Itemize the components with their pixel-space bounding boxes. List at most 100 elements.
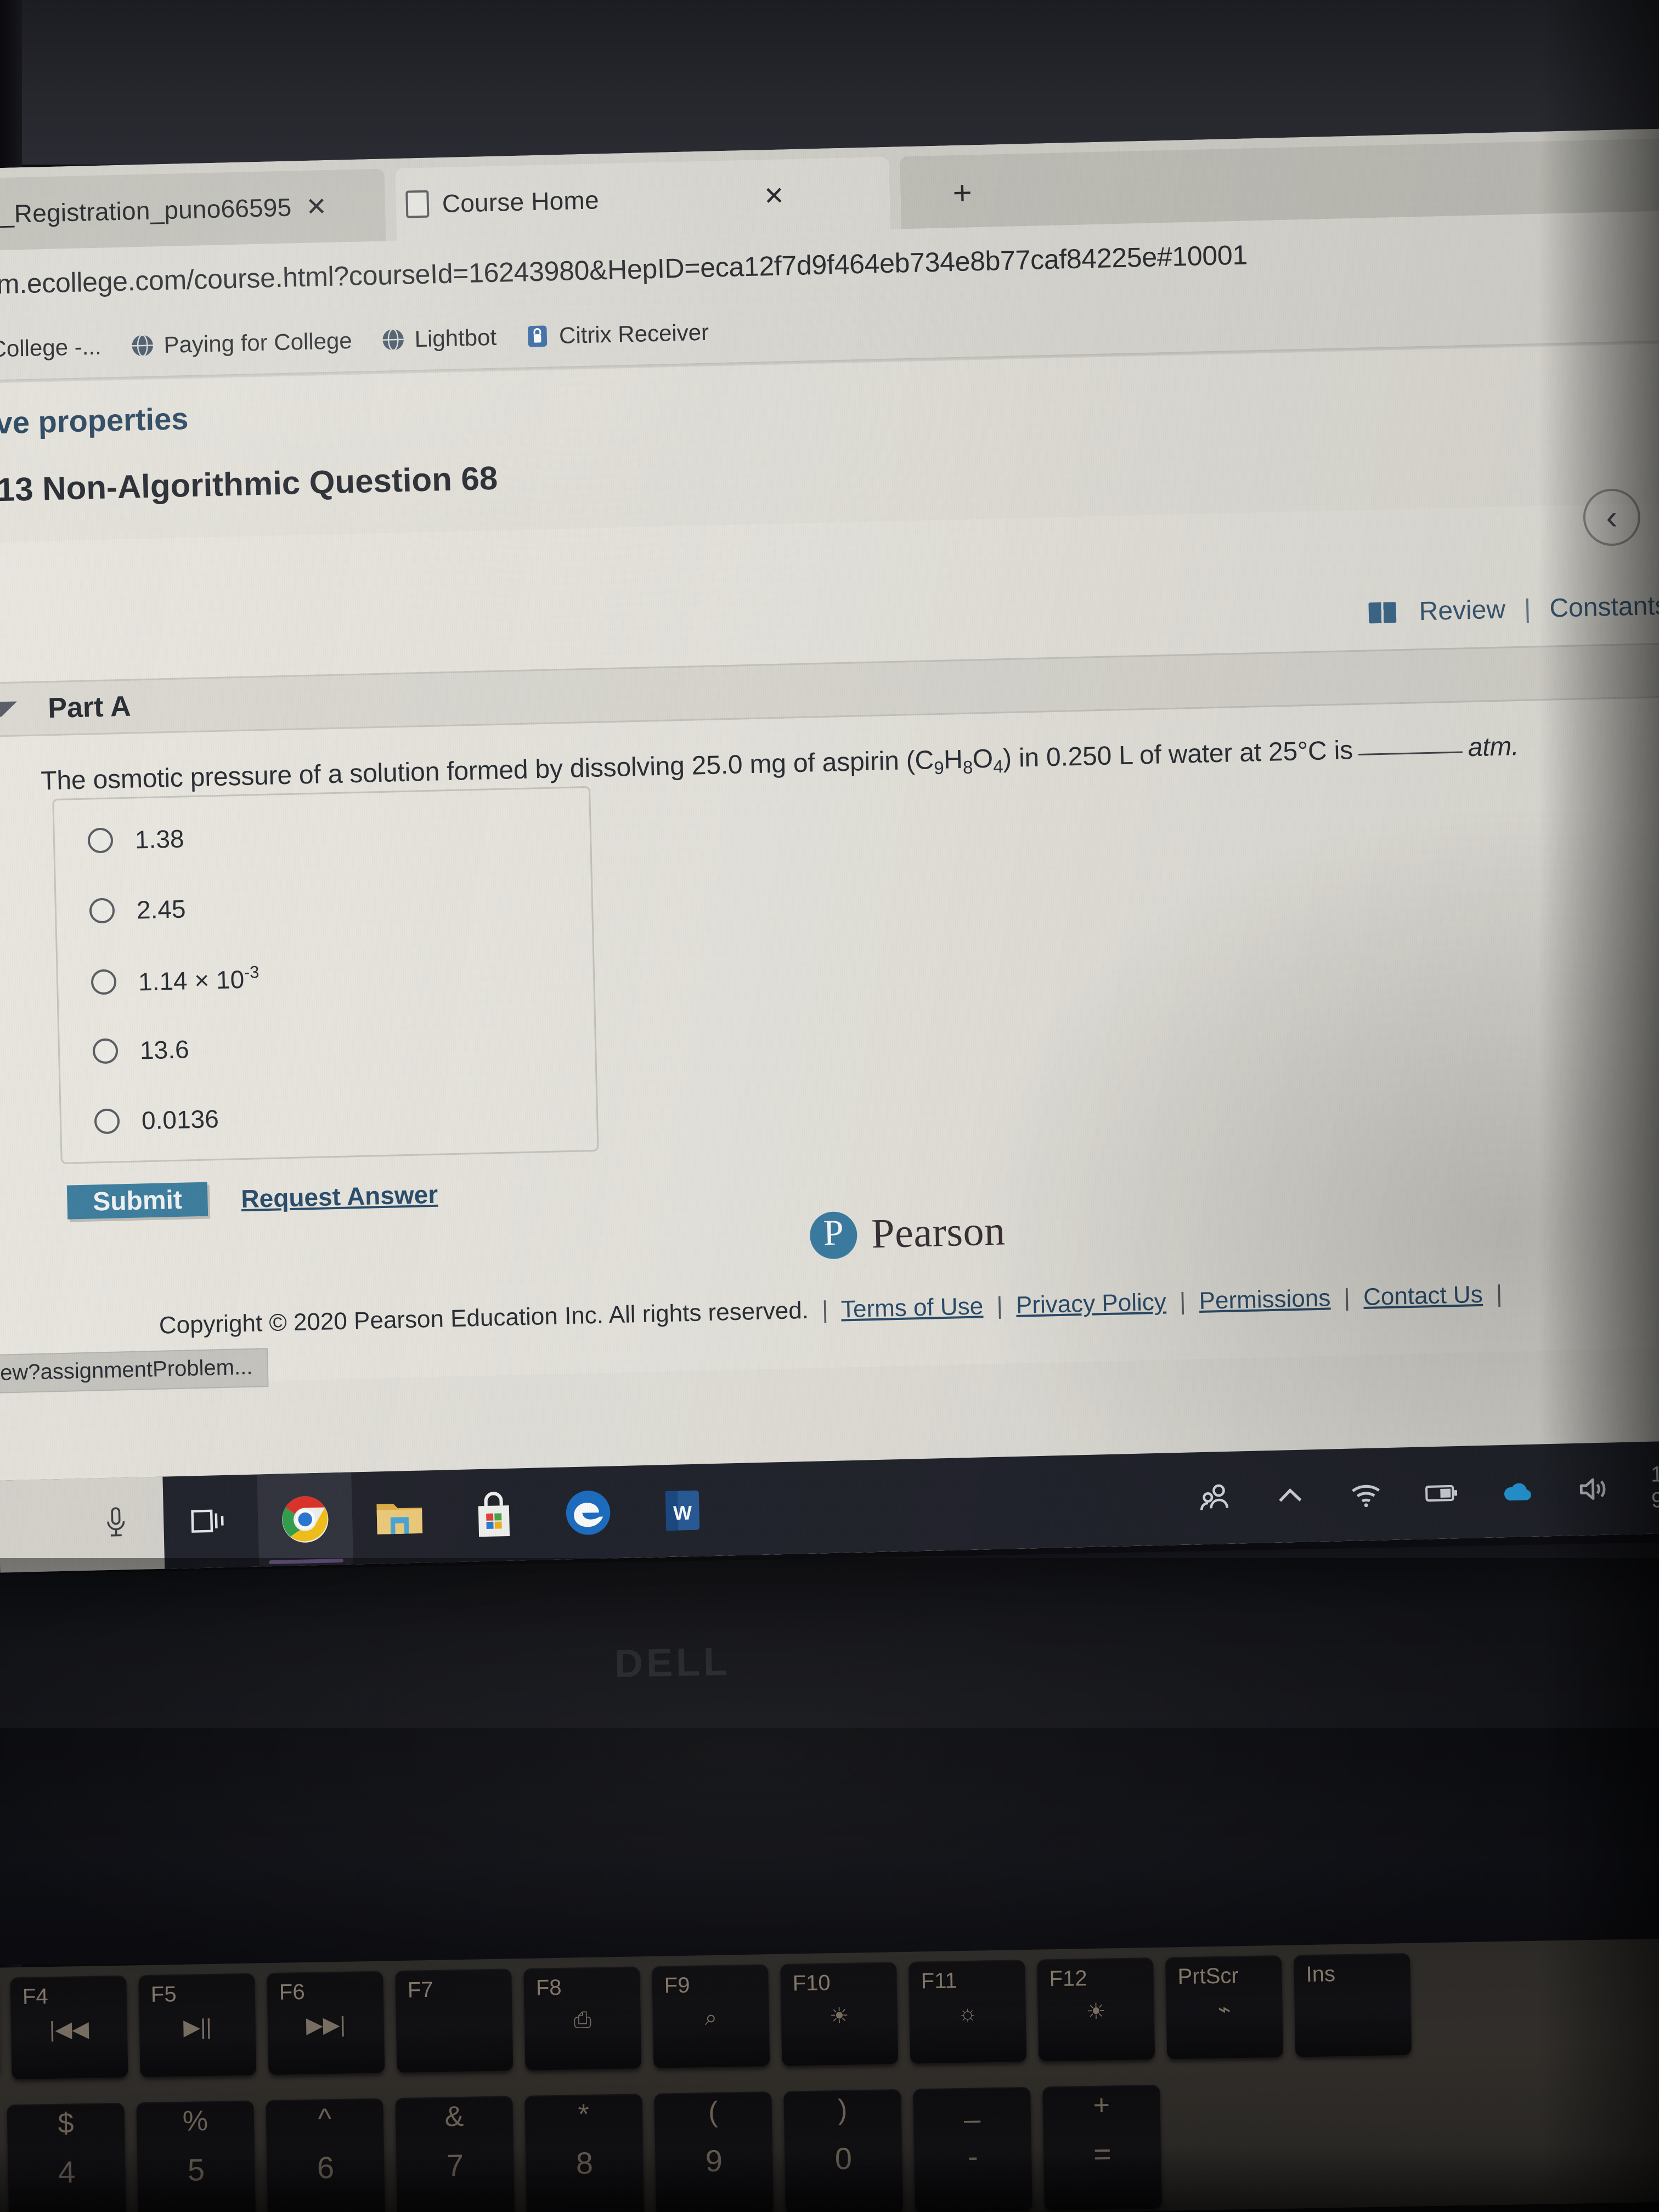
status-bar-url: emView?assignmentProblem... xyxy=(0,1348,269,1395)
key-minus[interactable]: _ - xyxy=(913,2086,1033,2212)
radio-button[interactable] xyxy=(91,968,117,995)
option-label: 13.6 xyxy=(139,1035,190,1065)
terms-of-use-link[interactable]: Terms of Use xyxy=(840,1293,983,1323)
option-label: 1.38 xyxy=(134,824,185,854)
key-f11[interactable]: F11 ☼ xyxy=(909,1960,1027,2064)
cortana-search-box[interactable] xyxy=(0,1476,165,1573)
taskbar-clock[interactable]: 11: 9/5/ xyxy=(1650,1460,1659,1514)
people-icon[interactable] xyxy=(1197,1480,1232,1516)
key-label: F8 xyxy=(535,1975,562,2000)
pearson-logo: P Pearson xyxy=(809,1207,1006,1260)
key-f12[interactable]: F12 ☀ xyxy=(1037,1957,1155,2062)
globe-icon xyxy=(132,334,153,357)
system-tray: 11: 9/5/ xyxy=(1196,1440,1659,1544)
key-f6[interactable]: F6 ▶▶| xyxy=(267,1971,385,2075)
footer-separator: | xyxy=(1179,1288,1187,1315)
option-exponent: -3 xyxy=(244,962,259,982)
key-f5[interactable]: F5 ▶|| xyxy=(138,1973,257,2078)
key-f4[interactable]: F4 |◀◀ xyxy=(10,1975,128,2080)
radio-button[interactable] xyxy=(89,898,115,924)
clock-time: 11: xyxy=(1650,1462,1659,1487)
keyboard-function-row: ◀) F4 |◀◀ F5 ▶|| F6 ▶▶| F7 F8 ⎙ xyxy=(0,1948,1659,2094)
privacy-policy-link[interactable]: Privacy Policy xyxy=(1015,1288,1166,1318)
key-label: F6 xyxy=(279,1979,305,2005)
microphone-icon xyxy=(107,1507,125,1537)
tab-title: Course Home xyxy=(442,185,600,218)
submit-button[interactable]: Submit xyxy=(66,1182,208,1220)
answer-option-2[interactable]: 2.45 xyxy=(89,894,186,926)
battery-icon[interactable] xyxy=(1424,1475,1459,1510)
constants-link[interactable]: Constants xyxy=(1549,591,1659,624)
key-top-label: * xyxy=(578,2098,590,2131)
key-9[interactable]: ( 9 xyxy=(654,2091,774,2212)
key-6[interactable]: ^ 6 xyxy=(266,2098,386,2212)
clock-date: 9/5/ xyxy=(1651,1487,1659,1513)
key-f8[interactable]: F8 ⎙ xyxy=(523,1966,642,2070)
key-top-label: % xyxy=(182,2105,208,2137)
browser-tab-student-registration[interactable]: Student_Registration_puno66595 ✕ xyxy=(0,168,386,253)
answer-option-4[interactable]: 13.6 xyxy=(92,1034,189,1066)
key-label: F12 xyxy=(1049,1966,1088,1991)
taskbar-word-button[interactable]: W xyxy=(634,1463,731,1558)
radio-button[interactable] xyxy=(87,827,114,854)
permissions-link[interactable]: Permissions xyxy=(1199,1284,1331,1314)
key-bottom-label: 4 xyxy=(58,2154,76,2190)
bookmark-star-college[interactable]: e Star College -... xyxy=(0,334,101,364)
key-f10[interactable]: F10 ☀ xyxy=(780,1962,899,2066)
key-4[interactable]: $ 4 xyxy=(7,2102,127,2212)
dell-logo: DELL xyxy=(614,1639,731,1686)
bookmark-paying-for-college[interactable]: Paying for College xyxy=(129,328,352,359)
key-f7[interactable]: F7 xyxy=(395,1968,514,2073)
onedrive-icon[interactable] xyxy=(1499,1473,1535,1509)
key-glyph: ⌁ xyxy=(1217,1997,1232,2022)
laptop-keyboard: ◀) F4 |◀◀ F5 ▶|| F6 ▶▶| F7 F8 ⎙ xyxy=(0,1938,1659,2212)
key-prtscr[interactable]: PrtScr ⌁ xyxy=(1165,1955,1284,2059)
new-tab-button[interactable]: + xyxy=(952,173,973,212)
option-label: 1.14 × 10-3 xyxy=(138,962,259,996)
book-icon xyxy=(1368,601,1397,623)
key-5[interactable]: % 5 xyxy=(136,2100,256,2212)
volume-icon[interactable] xyxy=(1575,1471,1611,1507)
key-label: PrtScr xyxy=(1177,1963,1239,1989)
taskbar-edge-button[interactable] xyxy=(540,1465,636,1560)
tab-close-icon[interactable]: ✕ xyxy=(306,191,328,222)
key-glyph: ⌕ xyxy=(704,2005,718,2030)
chevron-down-icon[interactable] xyxy=(0,701,18,718)
key-bottom-label: 5 xyxy=(187,2152,205,2187)
chevron-left-icon: ‹ xyxy=(1605,498,1618,537)
key-8[interactable]: * 8 xyxy=(524,2094,645,2212)
browser-tab-course-home[interactable]: Course Home ✕ xyxy=(395,156,891,241)
footer-separator: | xyxy=(1496,1280,1503,1308)
word-icon: W xyxy=(665,1490,700,1531)
formula-O: O xyxy=(972,744,994,774)
tab-close-icon[interactable]: ✕ xyxy=(763,180,785,211)
request-answer-link[interactable]: Request Answer xyxy=(241,1180,438,1214)
taskbar-chrome-button[interactable] xyxy=(257,1472,354,1567)
key-0[interactable]: ) 0 xyxy=(783,2089,904,2212)
bookmark-citrix-receiver[interactable]: Citrix Receiver xyxy=(525,319,709,350)
wifi-icon[interactable] xyxy=(1348,1476,1384,1512)
document-icon xyxy=(405,190,430,218)
key-top-label: $ xyxy=(58,2107,74,2140)
key-f9[interactable]: F9 ⌕ xyxy=(652,1964,770,2068)
lock-icon xyxy=(528,325,548,347)
radio-button[interactable] xyxy=(92,1038,119,1064)
radio-button[interactable] xyxy=(94,1108,120,1135)
key-glyph: ⎙ xyxy=(573,2007,592,2033)
key-label: F9 xyxy=(664,1973,690,1998)
page-title: pter 13 Non-Algorithmic Question 68 xyxy=(0,459,498,510)
show-hidden-icons-chevron[interactable] xyxy=(1272,1479,1308,1514)
answer-option-5[interactable]: 0.0136 xyxy=(94,1104,219,1136)
key-7[interactable]: & 7 xyxy=(395,2096,515,2212)
task-view-button[interactable] xyxy=(162,1475,259,1569)
answer-option-3[interactable]: 1.14 × 10-3 xyxy=(91,962,259,997)
taskbar-file-explorer-button[interactable] xyxy=(351,1470,448,1565)
answer-option-1[interactable]: 1.38 xyxy=(87,823,184,855)
key-equals[interactable]: + = xyxy=(1042,2084,1163,2211)
key-label: F5 xyxy=(150,1982,177,2007)
review-link[interactable]: Review xyxy=(1419,595,1506,627)
bookmark-lightbot[interactable]: Lightbot xyxy=(380,324,497,353)
taskbar-microsoft-store-button[interactable] xyxy=(445,1468,542,1562)
key-insert[interactable]: Ins xyxy=(1293,1953,1412,2057)
contact-us-link[interactable]: Contact Us xyxy=(1363,1281,1483,1311)
